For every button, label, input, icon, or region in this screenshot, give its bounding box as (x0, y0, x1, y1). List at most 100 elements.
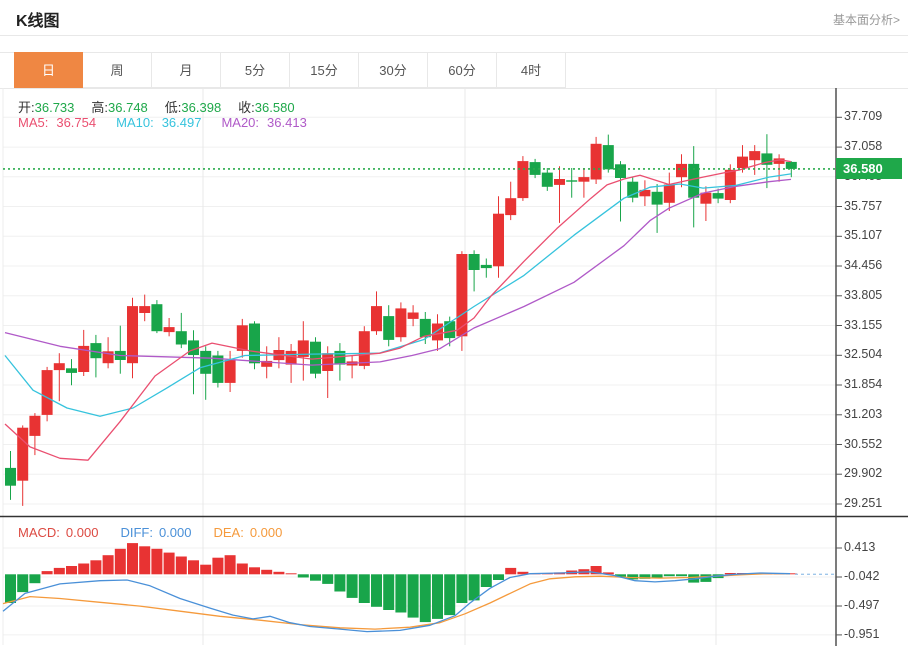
diff-label: DIFF: (120, 525, 153, 540)
macd-bar (261, 570, 272, 575)
candle-body (310, 342, 321, 374)
candle-body (786, 162, 797, 169)
macd-bar (176, 557, 187, 575)
candle-body (591, 144, 602, 180)
price-tick-label: 31.854 (844, 377, 882, 391)
macd-bar (298, 574, 309, 577)
macd-bar (286, 573, 297, 574)
macd-bar (676, 574, 687, 576)
macd-bar (90, 560, 101, 574)
candle-body (371, 306, 382, 331)
candle-body (237, 325, 248, 351)
ma20-value: 36.413 (267, 115, 307, 130)
kline-widget: K线图 基本面分析> 日周月5分15分30分60分4时 开:36.733高:36… (0, 0, 908, 646)
price-tick-label: 32.504 (844, 347, 882, 361)
candle-body (127, 306, 138, 363)
candle-body (42, 370, 53, 415)
low-value: 36.398 (181, 100, 221, 115)
macd-tick-label: 0.413 (844, 540, 875, 554)
candle-body (29, 416, 40, 436)
macd-bar (334, 574, 345, 591)
price-tick-label: 33.805 (844, 288, 882, 302)
macd-bar (456, 574, 467, 603)
candle-body (469, 254, 480, 270)
macd-bar (225, 555, 236, 574)
macd-bar (127, 543, 138, 574)
macd-bar (273, 572, 284, 575)
candle-body (749, 151, 760, 160)
candle-body (664, 185, 675, 203)
macd-bar (29, 574, 40, 583)
macd-bar (151, 549, 162, 575)
candle-body (603, 145, 614, 169)
macd-bar (664, 574, 675, 576)
macd-bar (347, 574, 358, 598)
ma20-label: MA20: (221, 115, 259, 130)
macd-bar (103, 555, 114, 574)
macd-tick-label: -0.497 (844, 598, 879, 612)
candle-body (737, 157, 748, 168)
candle-body (652, 192, 663, 205)
price-tick-label: 37.058 (844, 139, 882, 153)
candle-body (54, 363, 65, 370)
candle-body (615, 164, 626, 178)
close-value: 36.580 (255, 100, 295, 115)
candle-body (249, 324, 260, 364)
candle-body (200, 351, 211, 374)
macd-bar (493, 574, 504, 580)
last-price-tag: 36.580 (836, 158, 902, 179)
candle-body (383, 316, 394, 340)
ma5-label: MA5: (18, 115, 48, 130)
candle-body (395, 308, 406, 337)
macd-bar (371, 574, 382, 607)
macd-value: 0.000 (66, 525, 99, 540)
price-tick-label: 33.155 (844, 318, 882, 332)
open-value: 36.733 (35, 100, 75, 115)
candle-body (322, 353, 333, 371)
price-tick-label: 30.552 (844, 437, 882, 451)
macd-bar (78, 564, 89, 575)
ma-line (5, 174, 791, 416)
candle-body (164, 327, 175, 332)
macd-label: MACD: (18, 525, 60, 540)
candle-body (66, 368, 77, 373)
macd-bar (115, 549, 126, 575)
macd-bar (322, 574, 333, 584)
high-label: 高: (91, 100, 108, 115)
candle-body (676, 164, 687, 177)
macd-bar (42, 571, 53, 574)
candle-body (700, 193, 711, 204)
ma-legend-row: MA5:36.754MA10:36.497MA20:36.413 (18, 115, 315, 130)
candle-body (17, 428, 28, 481)
macd-bar (66, 566, 77, 574)
macd-bar (5, 574, 16, 603)
open-label: 开: (18, 100, 35, 115)
macd-bar (444, 574, 455, 615)
macd-bar (432, 574, 443, 619)
high-value: 36.748 (108, 100, 148, 115)
candle-body (578, 177, 589, 182)
candle-body (444, 321, 455, 338)
candle-body (286, 351, 297, 365)
candle-body (225, 360, 236, 383)
macd-bar (359, 574, 370, 603)
dea-label: DEA: (213, 525, 243, 540)
candle-body (566, 180, 577, 181)
macd-tick-label: -0.042 (844, 569, 879, 583)
price-tick-label: 29.251 (844, 496, 882, 510)
dea-value: 0.000 (250, 525, 283, 540)
ohlc-quote-row: 开:36.733高:36.748低:36.398收:36.580 (18, 97, 312, 116)
diff-value: 0.000 (159, 525, 192, 540)
close-label: 收: (238, 100, 255, 115)
macd-tick-label: -0.951 (844, 627, 879, 641)
candle-body (542, 173, 553, 187)
price-tick-label: 31.203 (844, 407, 882, 421)
candle-body (432, 324, 443, 341)
macd-bar (17, 574, 28, 592)
macd-bar (310, 574, 321, 580)
macd-bar (383, 574, 394, 610)
ma10-value: 36.497 (162, 115, 202, 130)
price-tick-label: 34.456 (844, 258, 882, 272)
macd-bar (395, 574, 406, 612)
macd-bar (200, 565, 211, 575)
